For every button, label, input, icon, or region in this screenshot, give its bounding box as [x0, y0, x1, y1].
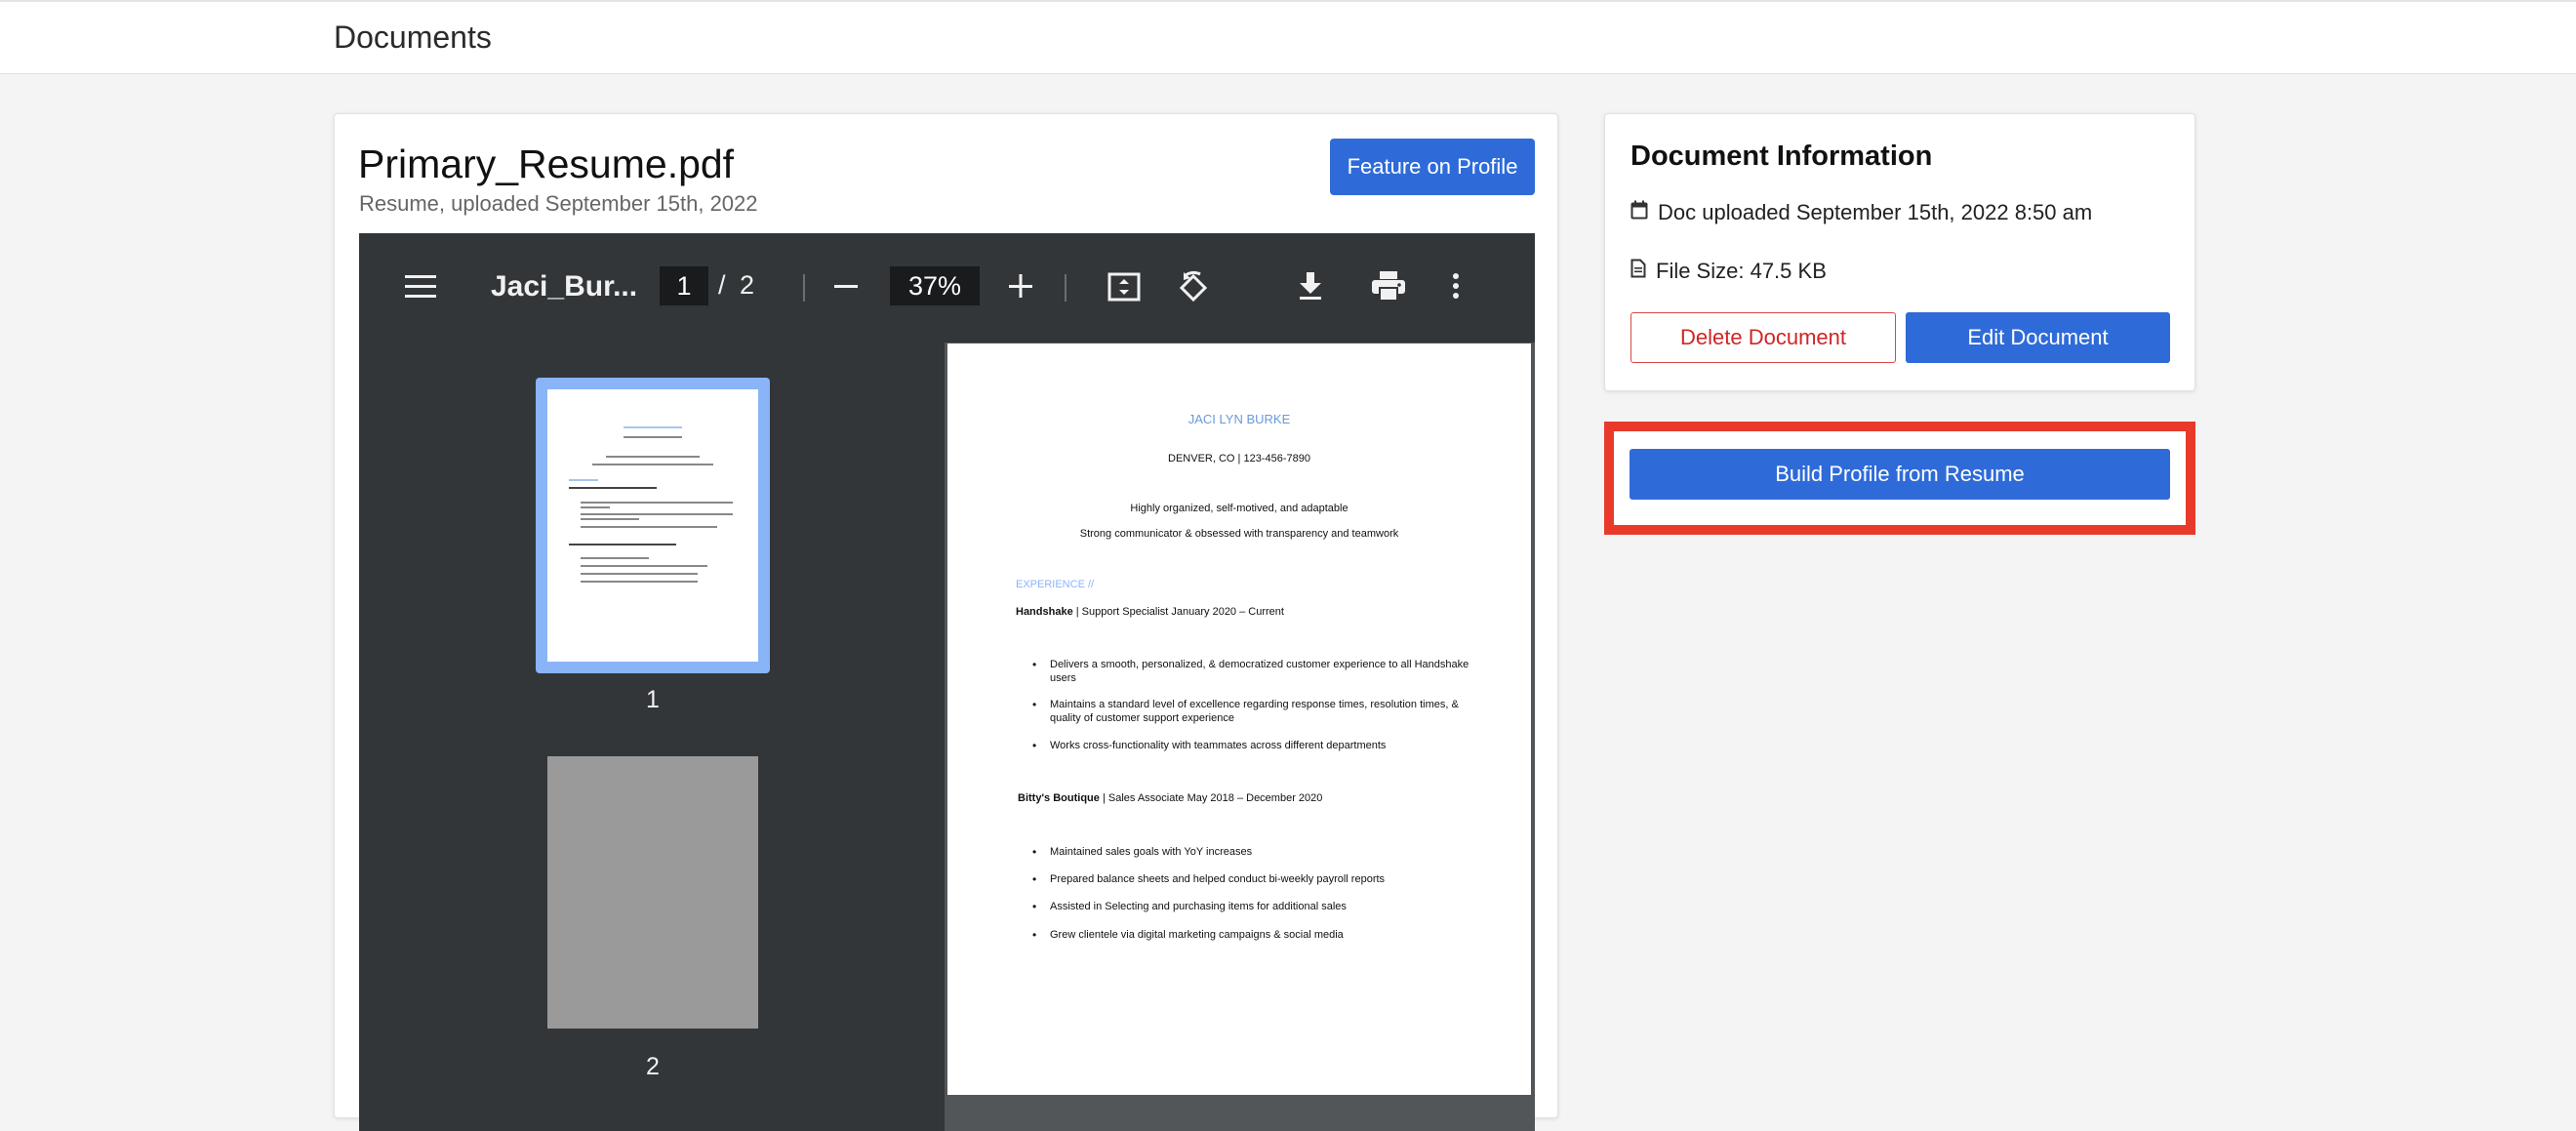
- fit-to-page-icon[interactable]: [1106, 268, 1143, 305]
- thumbnail-label-1: 1: [646, 686, 660, 713]
- list-item: Maintains a standard level of excellence…: [1032, 698, 1479, 725]
- page-number-input[interactable]: 1: [660, 266, 708, 305]
- list-item: Works cross-functionality with teammates…: [1032, 739, 1479, 752]
- resume-summary-1: Highly organized, self-motived, and adap…: [1130, 503, 1348, 514]
- delete-document-button[interactable]: Delete Document: [1630, 312, 1896, 363]
- list-item: Prepared balance sheets and helped condu…: [1032, 872, 1479, 886]
- page-separator: /: [718, 270, 726, 300]
- toolbar-divider: [803, 274, 805, 302]
- resume-contact: DENVER, CO | 123-456-7890: [1168, 453, 1310, 465]
- resume-section-heading: EXPERIENCE //: [1016, 579, 1095, 590]
- document-name: Primary_Resume.pdf: [358, 141, 735, 186]
- pdf-viewer: Jaci_Bur... 1 / 2 37% 1 2 JACI LYN BURKE…: [359, 233, 1535, 1131]
- more-options-icon[interactable]: [1444, 268, 1468, 303]
- thumbnail-sidebar: 1 2: [359, 343, 945, 1131]
- resume-summary-2: Strong communicator & obsessed with tran…: [1079, 528, 1399, 540]
- rotate-icon[interactable]: [1174, 268, 1213, 307]
- zoom-level-input[interactable]: 37%: [890, 266, 980, 305]
- build-profile-button[interactable]: Build Profile from Resume: [1630, 449, 2170, 500]
- page-thumbnail-1[interactable]: [536, 378, 770, 673]
- viewer-file-name: Jaci_Bur...: [491, 270, 638, 303]
- pdf-toolbar: Jaci_Bur... 1 / 2 37%: [359, 233, 1535, 343]
- list-item: Delivers a smooth, personalized, & democ…: [1032, 658, 1479, 685]
- build-profile-highlight: Build Profile from Resume: [1604, 422, 2195, 535]
- menu-icon[interactable]: [404, 270, 437, 303]
- file-size-text: File Size: 47.5 KB: [1656, 259, 1827, 283]
- resume-name: JACI LYN BURKE: [1187, 412, 1291, 426]
- calendar-icon: [1630, 200, 1648, 225]
- total-pages: 2: [740, 270, 755, 300]
- top-bar: Documents: [0, 0, 2576, 74]
- pdf-page: JACI LYN BURKE DENVER, CO | 123-456-7890…: [947, 343, 1531, 1095]
- download-icon[interactable]: [1293, 268, 1328, 303]
- resume-job-1: Handshake | Support Specialist January 2…: [1016, 606, 1284, 618]
- file-icon: [1630, 259, 1646, 284]
- list-item: Grew clientele via digital marketing cam…: [1032, 928, 1479, 942]
- edit-document-button[interactable]: Edit Document: [1906, 312, 2170, 363]
- feature-on-profile-button[interactable]: Feature on Profile: [1330, 139, 1535, 195]
- document-subtitle: Resume, uploaded September 15th, 2022: [359, 191, 758, 216]
- file-size-row: File Size: 47.5 KB: [1630, 259, 1827, 284]
- info-title: Document Information: [1630, 141, 1933, 172]
- list-item: Maintained sales goals with YoY increase…: [1032, 845, 1479, 859]
- thumbnail-label-2: 2: [646, 1053, 660, 1080]
- page-title: Documents: [334, 20, 492, 55]
- thumbnail-page-preview: [547, 389, 758, 662]
- upload-date-row: Doc uploaded September 15th, 2022 8:50 a…: [1630, 200, 2092, 225]
- document-information-card: Document Information Doc uploaded Septem…: [1604, 113, 2195, 391]
- upload-date-text: Doc uploaded September 15th, 2022 8:50 a…: [1658, 200, 2093, 224]
- zoom-in-icon[interactable]: [1005, 270, 1036, 302]
- list-item: Assisted in Selecting and purchasing ite…: [1032, 900, 1479, 913]
- print-icon[interactable]: [1369, 268, 1408, 303]
- zoom-out-icon[interactable]: [830, 270, 862, 302]
- document-card: Primary_Resume.pdf Resume, uploaded Sept…: [334, 113, 1558, 1131]
- resume-job-2: Bitty's Boutique | Sales Associate May 2…: [1018, 792, 1323, 804]
- page-thumbnail-2[interactable]: [547, 756, 758, 1029]
- toolbar-divider: [1065, 274, 1067, 302]
